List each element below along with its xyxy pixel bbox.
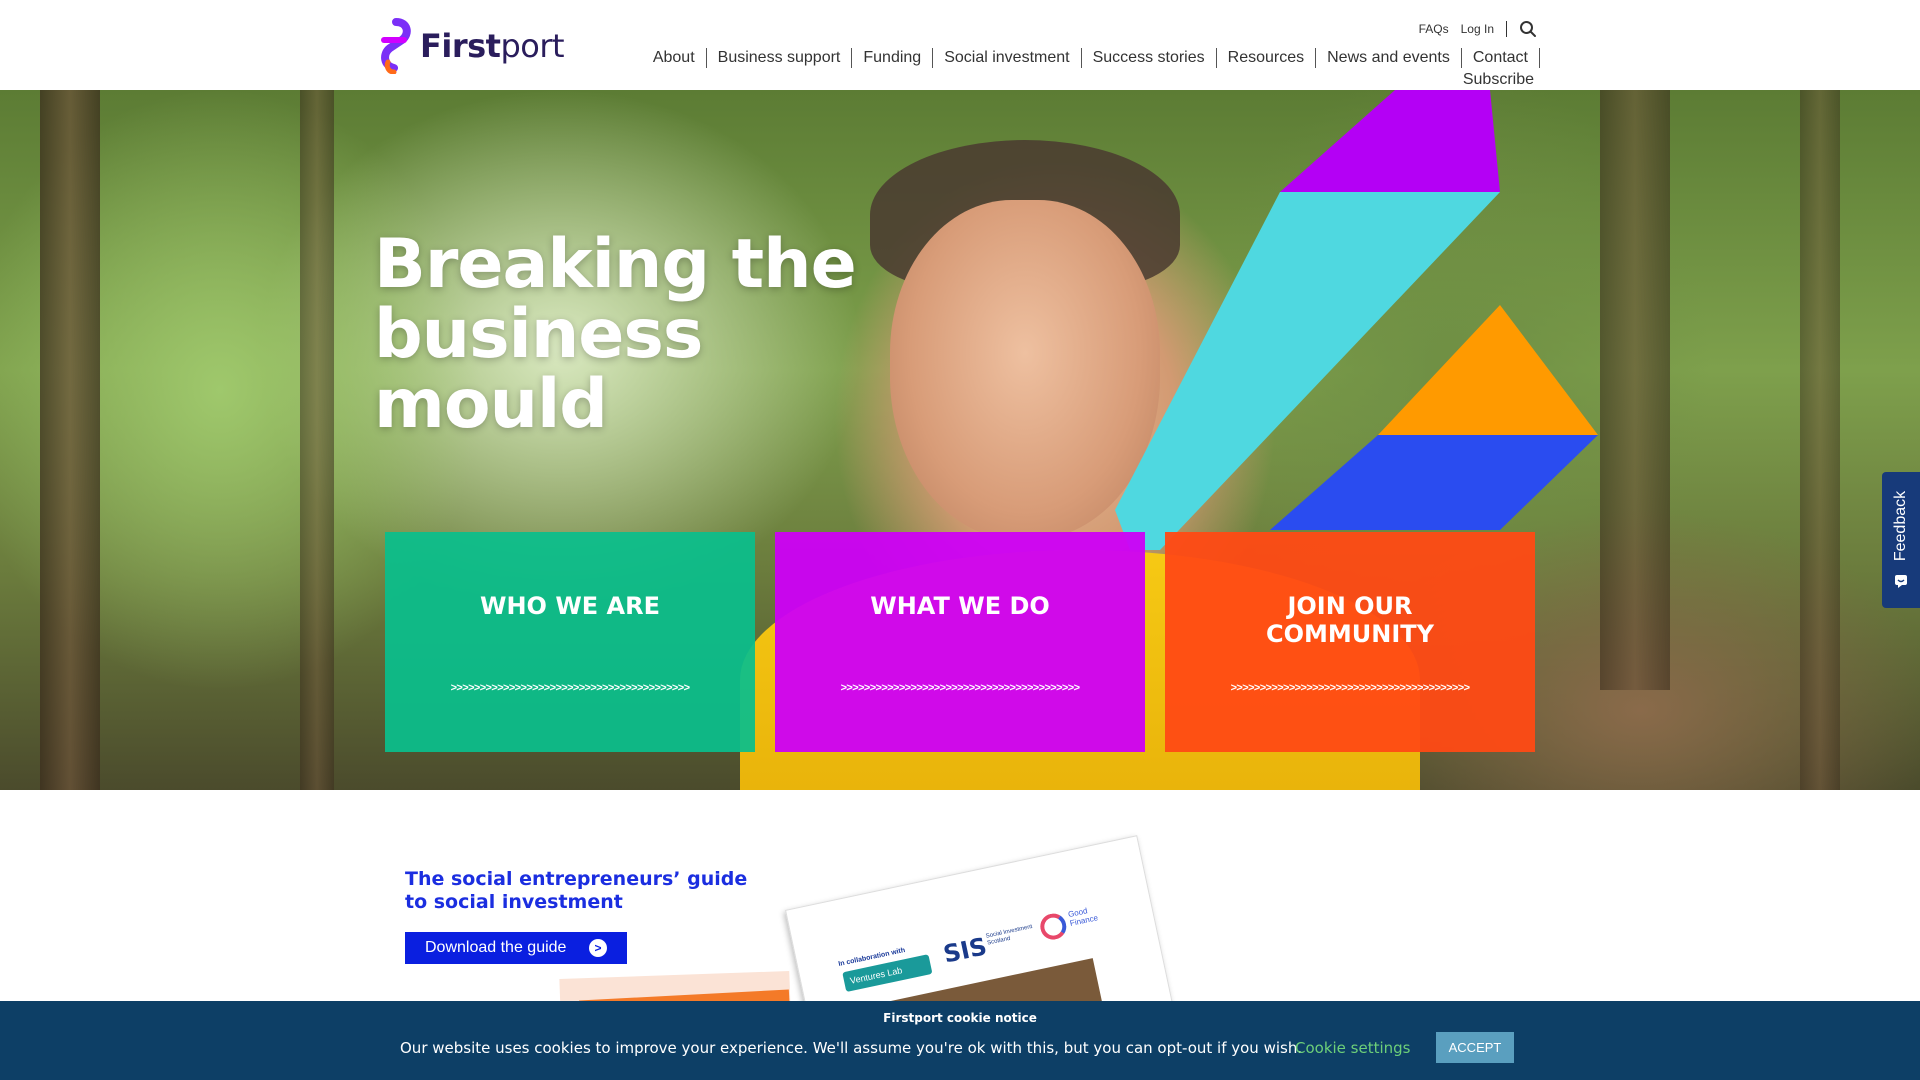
nav-item-resources[interactable]: Resources (1217, 48, 1317, 68)
feedback-chat-icon (1895, 575, 1907, 588)
card-arrows: >>>>>>>>>>>>>>>>>>>>>>>>>>>>>>>>>>>>>>>>… (840, 682, 1080, 694)
card-arrows: >>>>>>>>>>>>>>>>>>>>>>>>>>>>>>>>>>>>>>>>… (1230, 682, 1470, 694)
nav-item-business-support[interactable]: Business support (707, 48, 853, 68)
site-header: Firstport FAQs Log In About Business sup… (0, 0, 1920, 90)
card-title: WHAT WE DO (870, 592, 1050, 620)
cookie-settings-link[interactable]: Cookie settings (1295, 1039, 1411, 1057)
what-we-do-card[interactable]: WHAT WE DO >>>>>>>>>>>>>>>>>>>>>>>>>>>>>… (775, 532, 1145, 752)
login-link[interactable]: Log In (1455, 22, 1500, 36)
hero-title: Breaking the business mould (374, 225, 857, 444)
utility-nav: FAQs Log In (1413, 20, 1537, 38)
nav-item-contact[interactable]: Contact (1462, 48, 1540, 68)
cookie-accept-button[interactable]: ACCEPT (1436, 1032, 1514, 1063)
nav-item-social-investment[interactable]: Social investment (933, 48, 1082, 68)
nav-item-news-and-events[interactable]: News and events (1316, 48, 1462, 68)
sis-logo-subtitle: Social Investment Scotland (985, 924, 1033, 947)
nav-item-subscribe[interactable]: Subscribe (1452, 70, 1540, 90)
logo-wordmark-light: port (500, 27, 565, 65)
good-finance-logo-text: Good Finance (1067, 906, 1099, 928)
card-title: WHO WE ARE (480, 592, 660, 620)
firstport-logo-mark-icon (381, 18, 411, 74)
nav-line-break (630, 68, 1540, 70)
faqs-link[interactable]: FAQs (1413, 22, 1455, 36)
nav-item-success-stories[interactable]: Success stories (1082, 48, 1217, 68)
who-we-are-card[interactable]: WHO WE ARE >>>>>>>>>>>>>>>>>>>>>>>>>>>>>… (385, 532, 755, 752)
utility-divider (1506, 21, 1507, 37)
nav-item-funding[interactable]: Funding (852, 48, 934, 68)
hero-banner: Breaking the business mould WHO WE ARE >… (0, 90, 1920, 790)
feedback-label: Feedback (1892, 490, 1909, 562)
logo-wordmark: Firstport (420, 27, 565, 65)
main-nav: About Business support Funding Social in… (630, 48, 1540, 90)
search-icon[interactable] (1519, 20, 1537, 38)
card-title: JOIN OUR COMMUNITY (1265, 592, 1435, 648)
feedback-tab[interactable]: Feedback (1882, 472, 1920, 608)
cookie-notice-bar: Firstport cookie notice Our website uses… (0, 1001, 1920, 1080)
firstport-logo[interactable]: Firstport (376, 18, 565, 74)
download-guide-label: Download the guide (425, 939, 567, 956)
cookie-notice-text: Our website uses cookies to improve your… (400, 1039, 1303, 1057)
nav-item-about[interactable]: About (642, 48, 707, 68)
card-arrows: >>>>>>>>>>>>>>>>>>>>>>>>>>>>>>>>>>>>>>>>… (450, 682, 690, 694)
good-finance-logo-icon (1037, 911, 1069, 942)
sis-logo: SIS (940, 932, 990, 969)
cookie-notice-title: Firstport cookie notice (883, 1011, 1037, 1025)
logo-wordmark-main: First (420, 27, 501, 65)
join-our-community-card[interactable]: JOIN OUR COMMUNITY >>>>>>>>>>>>>>>>>>>>>… (1165, 532, 1535, 752)
